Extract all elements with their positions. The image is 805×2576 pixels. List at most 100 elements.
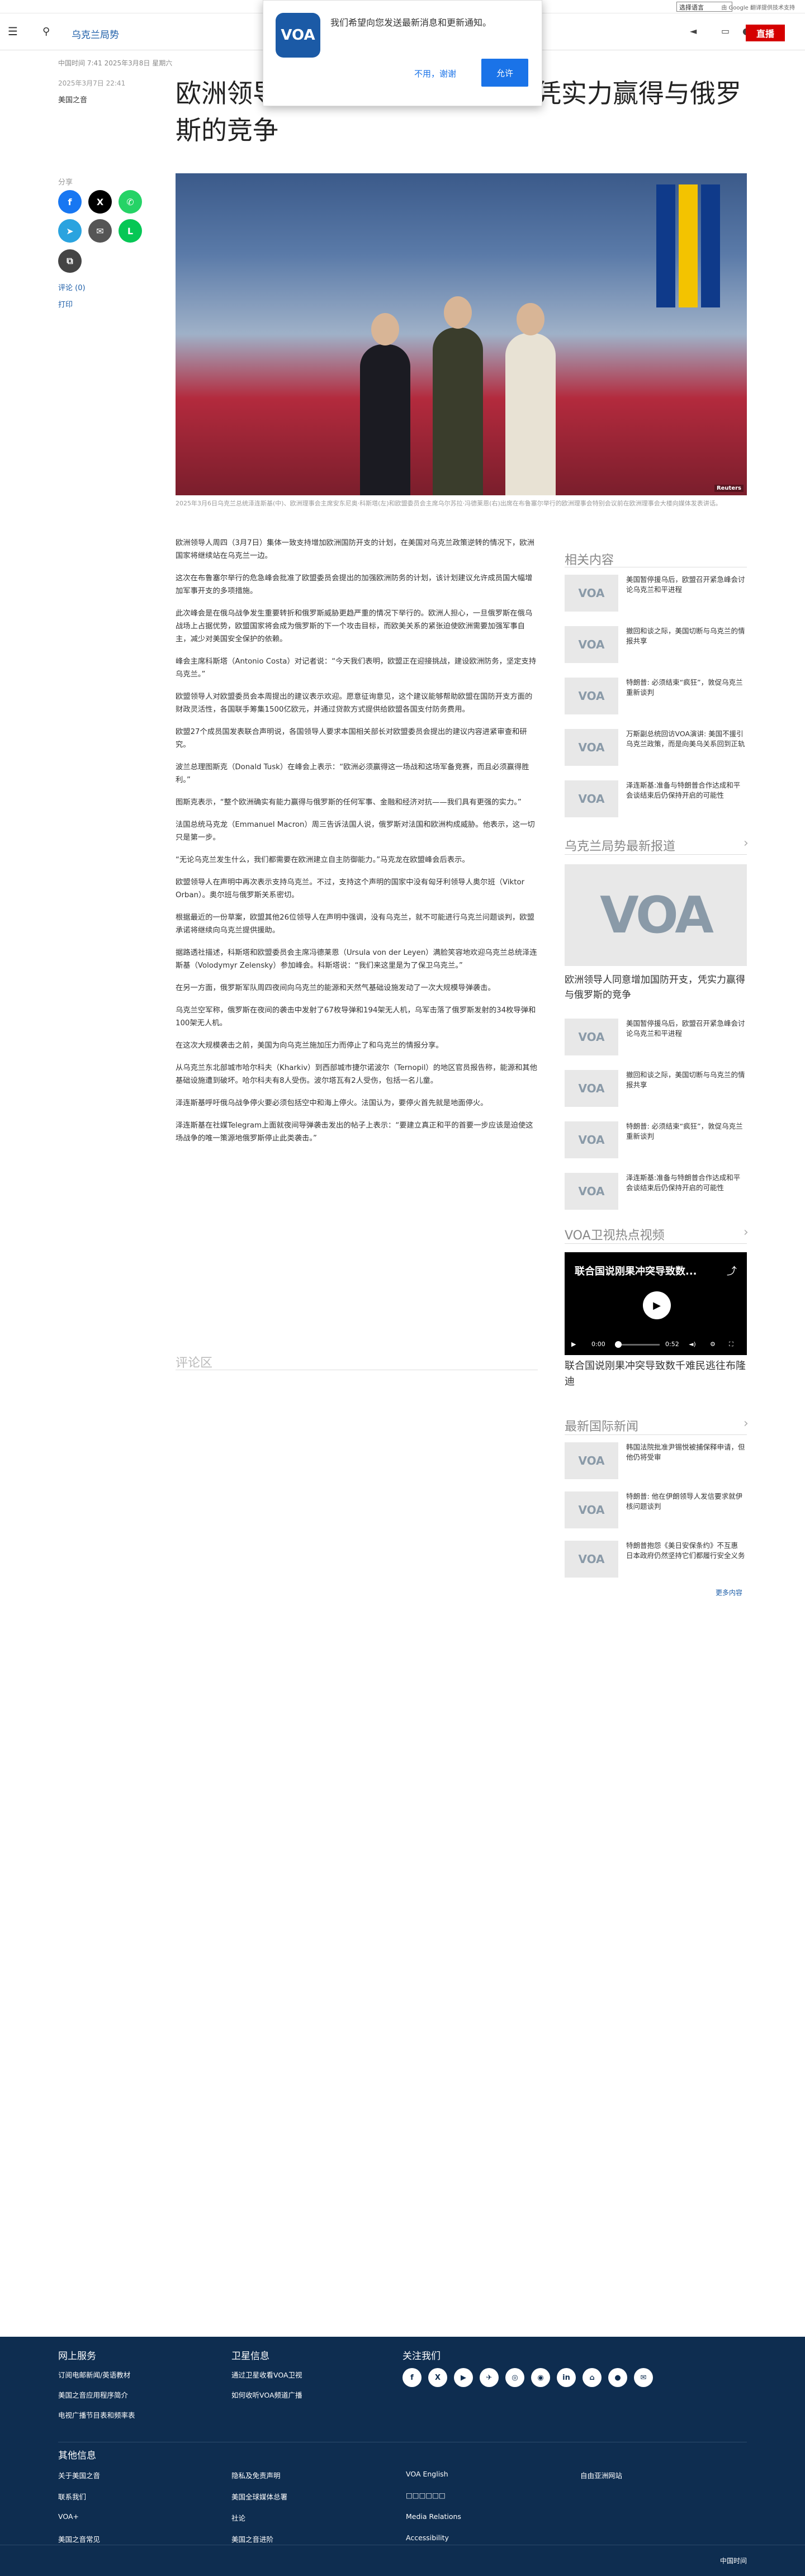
sidebar-story[interactable]: VOA 特朗普: 必须结束“疯狂”，敦促乌克兰重新谈判 xyxy=(565,678,747,717)
video-title[interactable]: 联合国说刚果冲突导致数千难民逃往布隆迪 xyxy=(565,1358,747,1390)
story-title[interactable]: 特朗普: 必须结束“疯狂”，敦促乌克兰重新谈判 xyxy=(626,1121,747,1142)
telegram-share-icon[interactable]: ➤ xyxy=(58,219,82,243)
volume-icon[interactable]: ◄) xyxy=(689,1341,696,1348)
sidebar-story[interactable]: VOA 撤回和谈之际，美国切断与乌克兰的情报共享 xyxy=(565,626,747,665)
story-thumbnail: VOA xyxy=(565,1541,618,1578)
story-title[interactable]: 泽连斯基:准备与特朗普合作达成和平 会谈结束后仍保持开启的可能性 xyxy=(626,780,747,801)
sidebar-story[interactable]: VOA 特朗普: 他在伊朗领导人发信要求就伊核问题谈判 xyxy=(565,1491,747,1531)
sidebar-story[interactable]: VOA 泽连斯基:准备与特朗普合作达成和平 会谈结束后仍保持开启的可能性 xyxy=(565,1173,747,1212)
story-title[interactable]: 万斯副总统回访VOA演讲: 美国不援引乌克兰政策，而是向美乌关系回到正轨 xyxy=(626,729,747,749)
video-icon[interactable]: ▭ xyxy=(721,26,730,36)
featured-thumbnail[interactable]: VOA xyxy=(565,864,747,966)
footer-follow-heading: 关注我们 xyxy=(402,2351,441,2362)
social-icon[interactable]: ⌂ xyxy=(583,2368,602,2387)
sidebar-story[interactable]: VOA 泽连斯基:准备与特朗普合作达成和平 会谈结束后仍保持开启的可能性 xyxy=(565,780,747,820)
footer-brand: 中国时间 xyxy=(719,2557,747,2565)
x-share-icon[interactable]: X xyxy=(88,190,112,214)
hero-photo: Reuters xyxy=(176,173,747,495)
email-share-icon[interactable]: ✉ xyxy=(88,219,112,243)
social-icon[interactable]: ✈ xyxy=(480,2368,499,2387)
ukraine-heading[interactable]: 乌克兰局势最新报道 › xyxy=(565,836,749,854)
footer-link[interactable]: Accessibility xyxy=(406,2534,449,2542)
footer-link[interactable]: 如何收听VOA频道广播 xyxy=(231,2389,302,2400)
ukraine-flag xyxy=(679,184,698,307)
comments-heading: 评论区 xyxy=(176,1356,213,1370)
intl-heading[interactable]: 最新国际新闻 › xyxy=(565,1417,749,1434)
article-body: 欧洲领导人周四（3月7日）集体一致支持增加欧洲国防开支的计划，在美国对乌克兰政策… xyxy=(176,537,538,1154)
print-link[interactable]: 打印 xyxy=(58,299,73,309)
story-title[interactable]: 特朗普: 他在伊朗领导人发信要求就伊核问题谈判 xyxy=(626,1491,747,1512)
social-icon[interactable]: ◉ xyxy=(531,2368,550,2387)
comments-link[interactable]: 评论 (0) xyxy=(58,282,86,292)
video-player[interactable]: 联合国说刚果冲突导致数... ⤴ ▶ ▶ 0:00 0:52 ◄) ⚙ ⛶ xyxy=(565,1252,747,1355)
article-paragraph: 欧盟27个成员国发表联合声明说，各国领导人要求本国相关部长对欧盟委员会提出的建议… xyxy=(176,728,527,749)
social-icon[interactable]: ● xyxy=(608,2368,627,2387)
whatsapp-share-icon[interactable]: ✆ xyxy=(119,190,142,214)
live-button[interactable]: 直播 xyxy=(746,25,785,41)
sidebar-story[interactable]: VOA 撤回和谈之际，美国切断与乌克兰的情报共享 xyxy=(565,1070,747,1109)
footer-link[interactable]: 美国之音应用程序简介 xyxy=(58,2389,128,2400)
story-title[interactable]: 美国暂停援乌后，欧盟召开紧急峰会讨论乌克兰和平进程 xyxy=(626,575,747,595)
footer-link[interactable]: 美国全球媒体总署 xyxy=(231,2491,287,2502)
footer-link[interactable]: 美国之音进阶 xyxy=(231,2534,273,2544)
footer-link[interactable]: 订阅电邮新闻/英语教材 xyxy=(58,2369,130,2380)
footer-link[interactable]: 社论 xyxy=(231,2512,245,2523)
article-paragraph: 图斯克表示，“整个欧洲确实有能力赢得与俄罗斯的任何军事、金融和经济对抗——我们具… xyxy=(176,798,522,807)
footer-link[interactable]: 通过卫星收看VOA卫视 xyxy=(231,2369,302,2380)
allow-button[interactable]: 允许 xyxy=(481,59,528,87)
story-title[interactable]: 特朗普: 必须结束“疯狂”，敦促乌克兰重新谈判 xyxy=(626,678,747,698)
footer-link[interactable]: □□□□□□ xyxy=(406,2491,446,2499)
social-icon[interactable]: f xyxy=(402,2368,422,2387)
footer-link[interactable]: 关于美国之音 xyxy=(58,2470,100,2480)
video-heading[interactable]: VOA卫视热点视频 › xyxy=(565,1225,749,1243)
divider xyxy=(565,1243,747,1244)
share-icon[interactable]: ⤴ xyxy=(727,1263,737,1278)
person-figure xyxy=(360,344,410,495)
story-thumbnail: VOA xyxy=(565,780,618,817)
story-title[interactable]: 泽连斯基:准备与特朗普合作达成和平 会谈结束后仍保持开启的可能性 xyxy=(626,1173,747,1193)
video-time-total: 0:52 xyxy=(665,1341,679,1348)
copy-link-icon[interactable]: ⧉ xyxy=(58,249,82,273)
story-title[interactable]: 撤回和谈之际，美国切断与乌克兰的情报共享 xyxy=(626,1070,747,1090)
featured-title[interactable]: 欧洲领导人同意增加国防开支，凭实力赢得与俄罗斯的竞争 xyxy=(565,973,747,1003)
social-icon[interactable]: ◎ xyxy=(505,2368,524,2387)
sidebar-story[interactable]: VOA 美国暂停援乌后，欧盟召开紧急峰会讨论乌克兰和平进程 xyxy=(565,575,747,614)
article-paragraph: 从乌克兰东北部城市哈尔科夫（Kharkiv）到西部城市捷尔诺波尔（Ternopi… xyxy=(176,1064,537,1085)
seek-bar[interactable] xyxy=(615,1344,660,1346)
fullscreen-icon[interactable]: ⛶ xyxy=(729,1341,733,1348)
footer-link[interactable]: 隐私及免责声明 xyxy=(231,2470,281,2480)
footer-link[interactable]: 美国之音常见 xyxy=(58,2534,100,2544)
seek-handle[interactable] xyxy=(615,1341,622,1348)
social-icon[interactable]: in xyxy=(557,2368,576,2387)
footer-link[interactable]: 电视广播节目表和频率表 xyxy=(58,2409,135,2420)
story-title[interactable]: 撤回和谈之际，美国切断与乌克兰的情报共享 xyxy=(626,626,747,646)
sidebar-story[interactable]: VOA 万斯副总统回访VOA演讲: 美国不援引乌克兰政策，而是向美乌关系回到正轨 xyxy=(565,729,747,768)
facebook-share-icon[interactable]: f xyxy=(58,190,82,214)
article-paragraph: 在另一方面，俄罗斯军队周四夜间向乌克兰的能源和天然气基础设施发动了一次大规模导弹… xyxy=(176,984,495,992)
footer-link[interactable]: 联系我们 xyxy=(58,2491,86,2502)
settings-icon[interactable]: ⚙ xyxy=(710,1341,716,1348)
footer-link[interactable]: Media Relations xyxy=(406,2512,461,2521)
more-link[interactable]: 更多内容 xyxy=(716,1588,742,1597)
sidebar-story[interactable]: VOA 特朗普: 必须结束“疯狂”，敦促乌克兰重新谈判 xyxy=(565,1121,747,1161)
story-title[interactable]: 特朗普抱怨《美日安保条约》不互惠 日本政府仍然坚持它们都履行安全义务 xyxy=(626,1541,747,1561)
menu-icon[interactable]: ☰ xyxy=(8,26,20,37)
search-icon[interactable]: ⚲ xyxy=(42,26,50,37)
footer-link[interactable]: VOA+ xyxy=(58,2512,79,2521)
social-icon[interactable]: ✉ xyxy=(634,2368,653,2387)
audio-icon[interactable]: ◄ xyxy=(690,26,697,36)
section-link[interactable]: 乌克兰局势 xyxy=(72,27,119,41)
sidebar-story[interactable]: VOA 特朗普抱怨《美日安保条约》不互惠 日本政府仍然坚持它们都履行安全义务 xyxy=(565,1541,747,1580)
footer-link[interactable]: 自由亚洲网站 xyxy=(580,2470,622,2480)
sidebar-story[interactable]: VOA 韩国法院批准尹锡悦被捕保释申请，但他仍将受审 xyxy=(565,1442,747,1481)
story-title[interactable]: 韩国法院批准尹锡悦被捕保释申请，但他仍将受审 xyxy=(626,1442,747,1462)
social-icon[interactable]: ▶ xyxy=(454,2368,473,2387)
footer-link[interactable]: VOA English xyxy=(406,2470,448,2478)
play-small-icon[interactable]: ▶ xyxy=(571,1341,576,1348)
story-title[interactable]: 美国暂停援乌后，欧盟召开紧急峰会讨论乌克兰和平进程 xyxy=(626,1019,747,1039)
sidebar-story[interactable]: VOA 美国暂停援乌后，欧盟召开紧急峰会讨论乌克兰和平进程 xyxy=(565,1019,747,1058)
line-share-icon[interactable]: L xyxy=(119,219,142,243)
decline-button[interactable]: 不用，谢谢 xyxy=(414,68,456,79)
play-icon[interactable]: ▶ xyxy=(643,1291,671,1319)
social-icon[interactable]: X xyxy=(428,2368,447,2387)
